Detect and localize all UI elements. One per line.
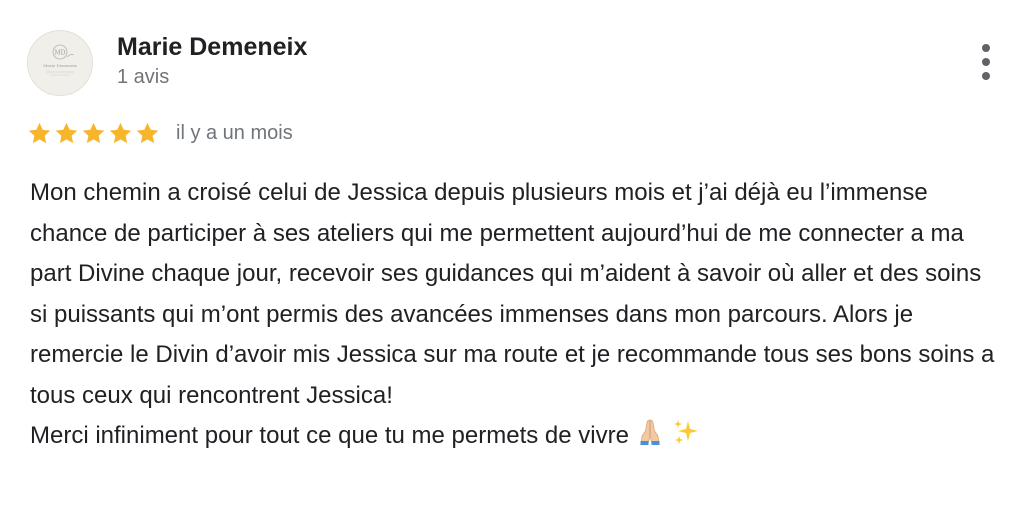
reviewer-name[interactable]: Marie Demeneix: [117, 33, 307, 62]
sparkles-icon: [671, 417, 701, 461]
review-date: il y a un mois: [176, 121, 293, 144]
review-closing-text: Merci infiniment pour tout ce que tu me …: [30, 422, 629, 449]
review-paragraph-closing: Merci infiniment pour tout ce que tu me …: [30, 416, 1005, 461]
star-icon: [109, 122, 132, 143]
star-icon: [55, 122, 78, 143]
review-paragraph: Mon chemin a croisé celui de Jessica dep…: [30, 179, 995, 409]
star-icon: [136, 122, 159, 143]
more-vertical-icon-dot: [982, 72, 990, 80]
rating-row: il y a un mois: [27, 118, 293, 148]
review-card: MD Marie Demeneix Marie Demeneix 1 avis …: [0, 0, 1024, 510]
folded-hands-icon: [635, 417, 665, 461]
star-icon: [82, 122, 105, 143]
star-icon: [28, 122, 51, 143]
avatar[interactable]: MD Marie Demeneix: [27, 30, 93, 96]
avatar-monogram: MD: [55, 50, 66, 57]
avatar-caption: Marie Demeneix: [43, 63, 77, 68]
avatar-logo-icon: MD Marie Demeneix: [43, 44, 78, 76]
more-vertical-icon: [982, 44, 990, 52]
more-options-button[interactable]: [970, 40, 1002, 84]
more-vertical-icon-dot: [982, 58, 990, 66]
review-text: Mon chemin a croisé celui de Jessica dep…: [30, 173, 1005, 461]
review-count: 1 avis: [117, 66, 170, 88]
star-rating: [27, 121, 160, 146]
